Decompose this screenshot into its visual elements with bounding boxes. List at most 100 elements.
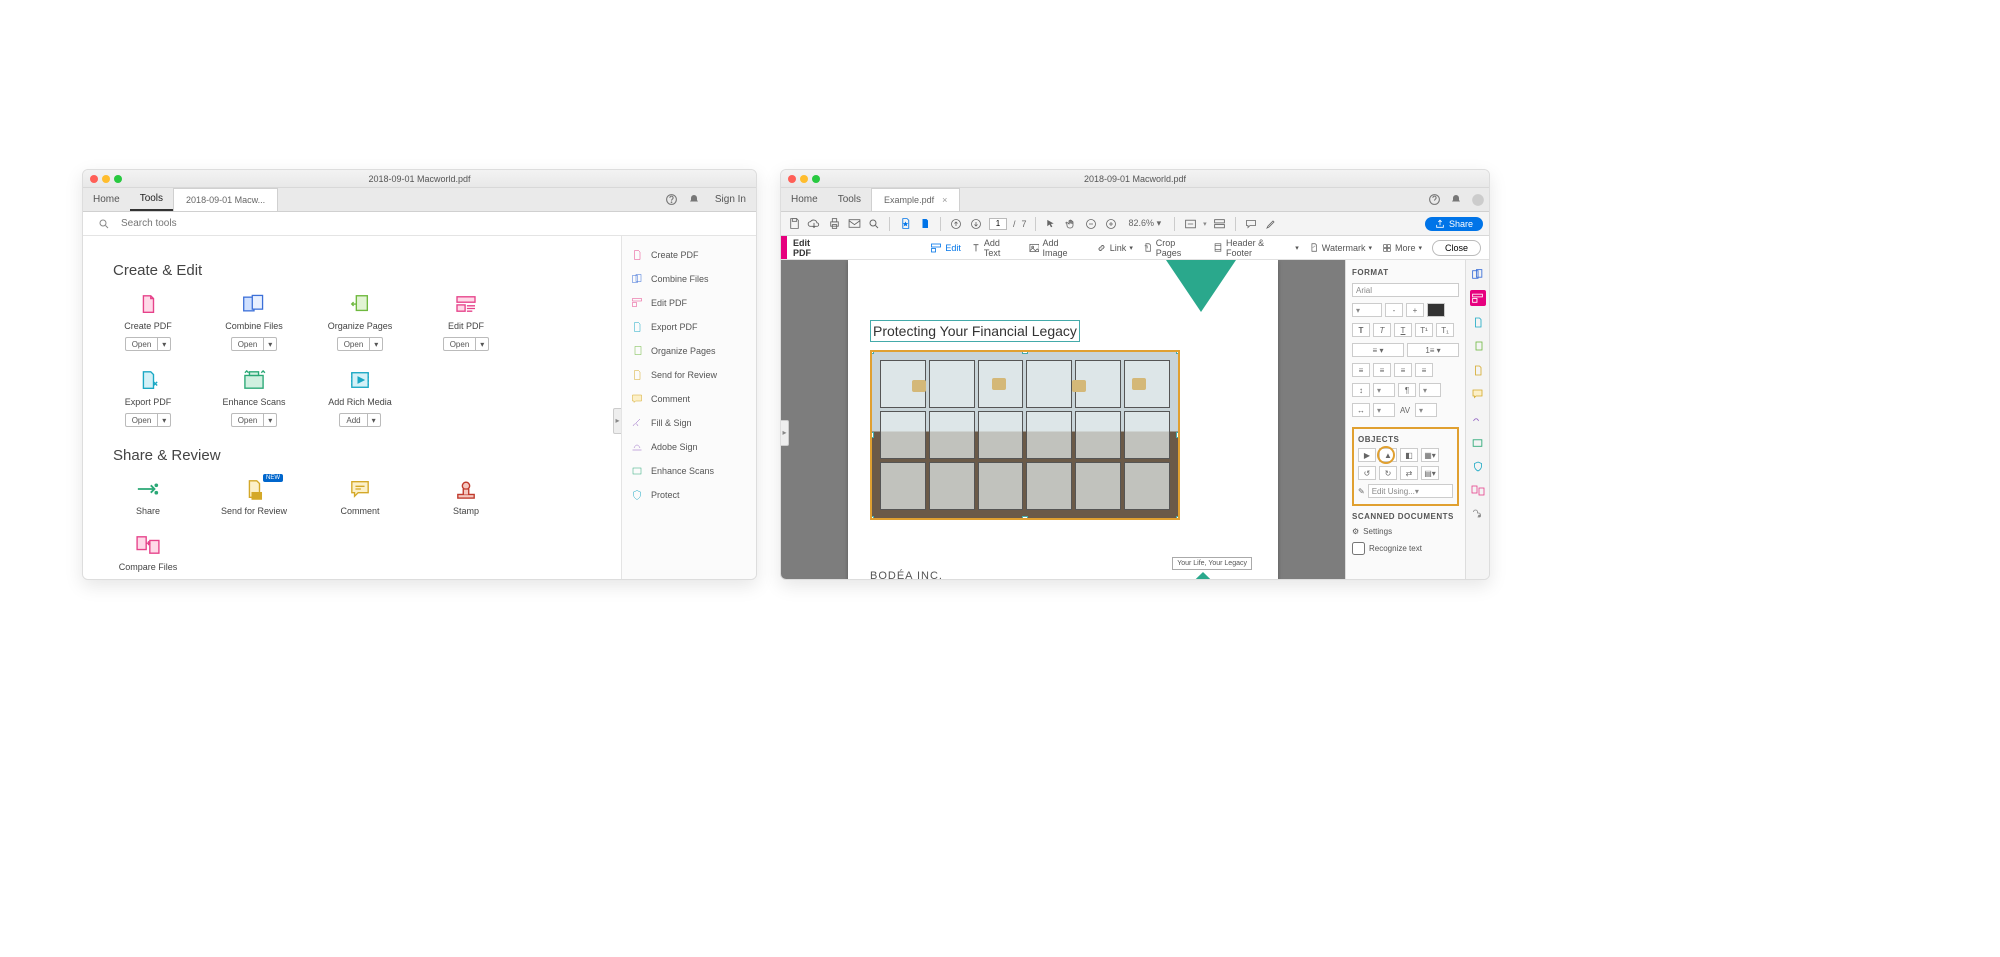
bold-button[interactable]: T [1352, 323, 1370, 337]
replace-image-button[interactable]: ⇄ [1400, 466, 1418, 480]
align-left-button[interactable]: ≡ [1352, 363, 1370, 377]
bullet-list-button[interactable]: ≡ ▾ [1352, 343, 1404, 357]
rail-fill-sign-icon[interactable] [1470, 410, 1486, 426]
sidebar-enhance-scans[interactable]: Enhance Scans [630, 462, 748, 480]
zoom-in-icon[interactable] [1104, 217, 1118, 231]
bell-icon[interactable] [1449, 193, 1463, 207]
rail-export-icon[interactable] [1470, 314, 1486, 330]
watermark-dropdown[interactable]: Watermark ▾ [1309, 242, 1372, 253]
sidebar-export-pdf[interactable]: Export PDF [630, 318, 748, 336]
highlight-icon[interactable] [1264, 217, 1278, 231]
share-button[interactable]: Share [1425, 217, 1483, 231]
zoom-out-icon[interactable] [1084, 217, 1098, 231]
open-dropdown[interactable]: Open▾ [125, 413, 172, 427]
add-image-button[interactable]: Add Image [1029, 238, 1086, 258]
nav-tools[interactable]: Tools [828, 188, 871, 211]
tool-add-rich-media[interactable]: Add Rich Media Add▾ [325, 369, 395, 427]
rail-create-pdf-icon[interactable] [1470, 266, 1486, 282]
sidebar-protect[interactable]: Protect [630, 486, 748, 504]
rail-protect-icon[interactable] [1470, 458, 1486, 474]
font-select[interactable]: Arial [1352, 283, 1459, 297]
align-objects-dropdown[interactable]: ▤▾ [1421, 466, 1439, 480]
sign-in-link[interactable]: Sign In [705, 194, 756, 205]
tool-compare-files[interactable]: Compare Files [113, 534, 183, 572]
tool-share[interactable]: Share [113, 478, 183, 516]
flip-horizontal-button[interactable]: ▶ [1358, 448, 1376, 462]
nav-home[interactable]: Home [83, 188, 130, 211]
account-icon[interactable] [1471, 193, 1485, 207]
pointer-icon[interactable] [1044, 217, 1058, 231]
superscript-button[interactable]: T¹ [1415, 323, 1433, 337]
help-icon[interactable] [1427, 193, 1441, 207]
nav-home[interactable]: Home [781, 188, 828, 211]
rotate-ccw-button[interactable]: ↺ [1358, 466, 1376, 480]
sidebar-comment[interactable]: Comment [630, 390, 748, 408]
save-icon[interactable] [787, 217, 801, 231]
rail-compare-icon[interactable] [1470, 482, 1486, 498]
line-spacing-button[interactable]: ↕ [1352, 383, 1370, 397]
align-right-button[interactable]: ≡ [1394, 363, 1412, 377]
kerning-value[interactable]: ▾ [1415, 403, 1437, 417]
resize-handle[interactable] [870, 350, 874, 354]
resize-handle[interactable] [1176, 516, 1180, 520]
crop-pages-button[interactable]: Crop Pages [1143, 238, 1203, 258]
para-spacing-value[interactable]: ▾ [1419, 383, 1441, 397]
tool-export-pdf[interactable]: Export PDF Open▾ [113, 369, 183, 427]
number-list-button[interactable]: 1≡ ▾ [1407, 343, 1459, 357]
star-doc-icon[interactable] [898, 217, 912, 231]
doc-icon[interactable] [918, 217, 932, 231]
tool-create-pdf[interactable]: Create PDF Open▾ [113, 293, 183, 351]
underline-button[interactable]: T [1394, 323, 1412, 337]
nav-tools[interactable]: Tools [130, 188, 173, 211]
open-dropdown[interactable]: Open▾ [443, 337, 490, 351]
page-up-icon[interactable] [949, 217, 963, 231]
tool-organize-pages[interactable]: Organize Pages Open▾ [325, 293, 395, 351]
crop-button[interactable]: ◧ [1400, 448, 1418, 462]
bell-icon[interactable] [687, 193, 701, 207]
decrease-size-button[interactable]: - [1385, 303, 1403, 317]
selected-image[interactable] [870, 350, 1180, 520]
tool-comment[interactable]: Comment [325, 478, 395, 516]
close-editbar-button[interactable]: Close [1432, 240, 1481, 256]
sidebar-create-pdf[interactable]: Create PDF [630, 246, 748, 264]
help-icon[interactable] [665, 193, 679, 207]
sidebar-organize-pages[interactable]: Organize Pages [630, 342, 748, 360]
document-tab[interactable]: Example.pdf× [871, 188, 960, 211]
flip-vertical-button[interactable]: ▲ [1379, 448, 1397, 462]
increase-size-button[interactable]: + [1406, 303, 1424, 317]
rail-send-review-icon[interactable] [1470, 362, 1486, 378]
page-heading[interactable]: Protecting Your Financial Legacy [870, 320, 1080, 342]
open-dropdown[interactable]: Open▾ [231, 337, 278, 351]
arrange-dropdown[interactable]: ▦▾ [1421, 448, 1439, 462]
hscale-value[interactable]: ▾ [1373, 403, 1395, 417]
tool-stamp[interactable]: Stamp [431, 478, 501, 516]
tool-enhance-scans[interactable]: Enhance Scans Open▾ [219, 369, 289, 427]
rail-comment-icon[interactable] [1470, 386, 1486, 402]
recognize-text-row[interactable]: Recognize text [1352, 542, 1459, 555]
expand-left-toggle[interactable]: ▸ [781, 420, 789, 446]
more-dropdown[interactable]: More ▾ [1382, 243, 1422, 253]
open-dropdown[interactable]: Open▾ [337, 337, 384, 351]
color-swatch-button[interactable] [1427, 303, 1445, 317]
open-dropdown[interactable]: Open▾ [231, 413, 278, 427]
open-dropdown[interactable]: Open▾ [125, 337, 172, 351]
rail-edit-pdf-icon[interactable] [1470, 290, 1486, 306]
hand-icon[interactable] [1064, 217, 1078, 231]
italic-button[interactable]: T [1373, 323, 1391, 337]
link-dropdown[interactable]: Link ▾ [1096, 243, 1133, 253]
resize-handle[interactable] [1022, 516, 1028, 520]
sidebar-edit-pdf[interactable]: Edit PDF [630, 294, 748, 312]
resize-handle[interactable] [870, 432, 874, 438]
rotate-cw-button[interactable]: ↻ [1379, 466, 1397, 480]
recognize-checkbox[interactable] [1352, 542, 1365, 555]
resize-handle[interactable] [870, 516, 874, 520]
resize-handle[interactable] [1176, 432, 1180, 438]
subscript-button[interactable]: T₁ [1436, 323, 1454, 337]
tool-combine-files[interactable]: Combine Files Open▾ [219, 293, 289, 351]
sidebar-adobe-sign[interactable]: Adobe Sign [630, 438, 748, 456]
close-tab-icon[interactable]: × [942, 195, 947, 205]
line-spacing-value[interactable]: ▾ [1373, 383, 1395, 397]
sidebar-send-review[interactable]: Send for Review [630, 366, 748, 384]
speech-icon[interactable] [1244, 217, 1258, 231]
zoom-dropdown[interactable]: 82.6% ▾ [1124, 215, 1167, 232]
